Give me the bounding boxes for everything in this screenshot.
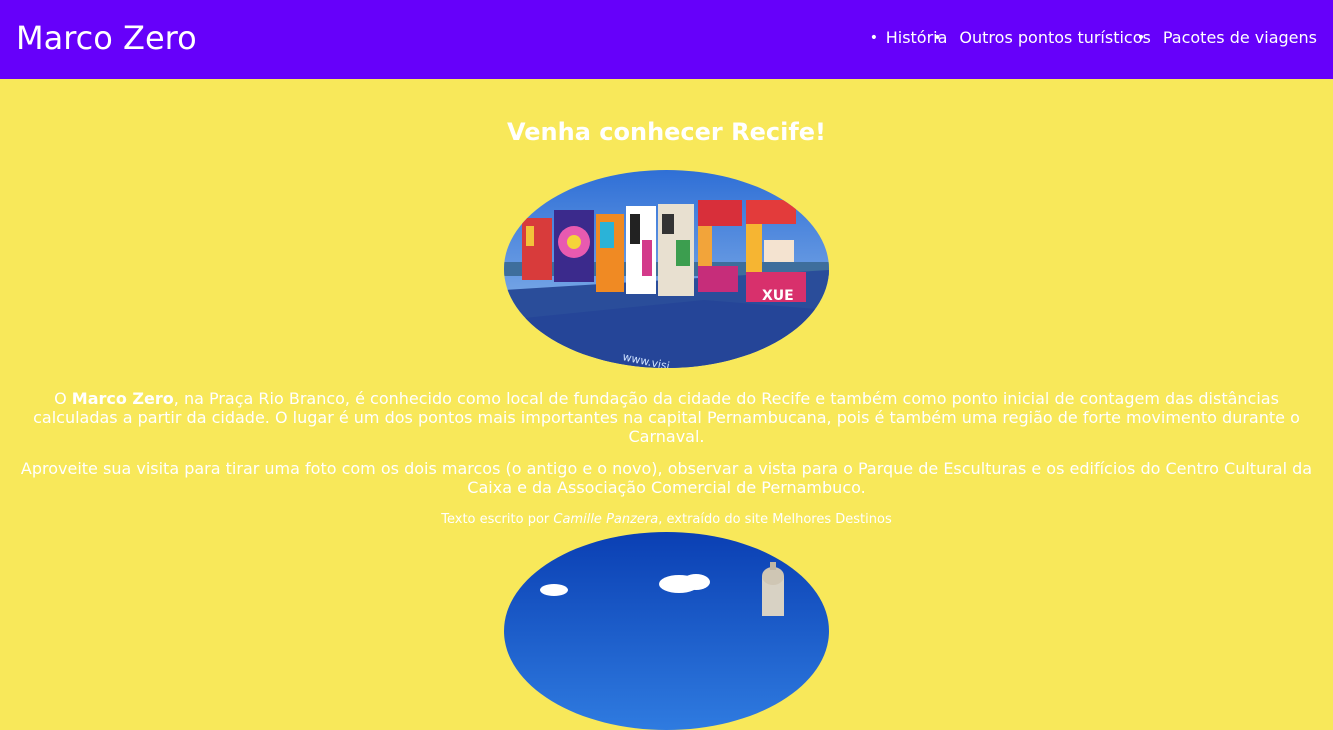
nav-list: • História • Outros pontos turísticos • … — [868, 26, 1317, 50]
recife-letters-image: XUE www.visi — [504, 170, 829, 368]
nav-link-pacotes[interactable]: Pacotes de viagens — [1163, 28, 1317, 47]
credit-author: Camille Panzera — [553, 512, 659, 527]
svg-text:XUE: XUE — [762, 288, 794, 304]
site-header: Marco Zero • História • Outros pontos tu… — [0, 0, 1333, 79]
bullet-icon: • — [869, 30, 878, 46]
credit-line: Texto escrito por Camille Panzera, extra… — [0, 512, 1333, 528]
marco-zero-bold: Marco Zero — [71, 389, 174, 408]
credit-source: , extraído do site Melhores Destinos — [658, 512, 892, 527]
intro-paragraph: O Marco Zero, na Praça Rio Branco, é con… — [16, 389, 1317, 446]
recife-letters-photo: XUE www.visi — [504, 170, 829, 368]
intro-text-rest: , na Praça Rio Branco, é conhecido como … — [33, 389, 1300, 446]
nav-link-outros-pontos[interactable]: Outros pontos turísticos — [959, 28, 1150, 47]
recife-square-image — [504, 532, 829, 730]
bullet-icon: • — [933, 30, 942, 46]
credit-prefix: Texto escrito por — [441, 512, 554, 527]
visit-paragraph: Aproveite sua visita para tirar uma foto… — [20, 459, 1313, 497]
main-nav: • História • Outros pontos turísticos • … — [868, 26, 1317, 50]
nav-item-pacotes: • Pacotes de viagens — [1137, 26, 1317, 50]
nav-item-outros-pontos: • Outros pontos turísticos — [933, 26, 1150, 50]
bullet-icon: • — [1136, 30, 1146, 46]
site-title[interactable]: Marco Zero — [16, 16, 197, 60]
intro-text-start: O — [54, 389, 72, 408]
recife-square-photo — [504, 532, 829, 730]
page-heading: Venha conhecer Recife! — [507, 118, 826, 146]
